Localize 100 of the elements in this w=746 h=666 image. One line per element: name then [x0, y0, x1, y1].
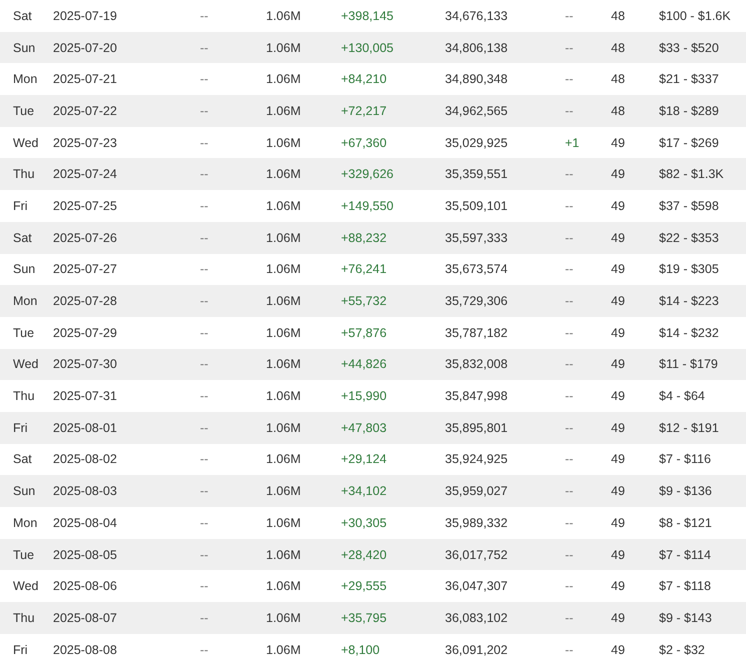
table-cell: 1.06M [266, 326, 301, 340]
table-cell: $12 - $191 [659, 420, 719, 435]
table-cell: -- [200, 8, 208, 23]
table-cell: +34,102 [341, 484, 387, 498]
table-cell: +15,990 [341, 389, 387, 404]
table-cell: +88,232 [341, 230, 387, 245]
table-cell: 2025-08-01 [53, 420, 117, 435]
table-cell: 2025-08-04 [53, 516, 117, 530]
table-cell: -- [565, 579, 574, 594]
table-cell: 35,729,306 [445, 294, 508, 308]
table-cell: +29,555 [341, 579, 387, 594]
table-cell: $7 - $118 [659, 579, 711, 594]
table-cell: +76,241 [341, 262, 387, 276]
table-cell: -- [200, 262, 208, 276]
table-cell: $7 - $114 [659, 548, 711, 562]
table-cell: -- [565, 326, 574, 340]
table-cell: -- [565, 389, 574, 404]
table-cell: +29,124 [341, 452, 387, 466]
table-cell: Thu [13, 389, 35, 404]
table-cell: -- [200, 167, 208, 182]
table-cell: +130,005 [341, 40, 394, 55]
table-cell: +84,210 [341, 72, 387, 86]
table-cell: $11 - $179 [659, 357, 718, 372]
table-cell: 2025-08-05 [53, 548, 117, 562]
table-cell: 2025-07-19 [53, 8, 117, 23]
table-cell: Wed [13, 579, 38, 594]
table-cell: 1.06M [266, 516, 301, 530]
table-cell: +55,732 [341, 294, 387, 308]
table-cell: -- [200, 104, 208, 118]
table-cell: 1.06M [266, 389, 301, 404]
table-cell: -- [200, 230, 208, 245]
table-cell: 35,924,925 [445, 452, 508, 466]
table-cell: $2 - $32 [659, 642, 705, 657]
table-cell: -- [565, 420, 574, 435]
table-cell: -- [200, 136, 208, 150]
table-cell: +149,550 [341, 198, 394, 213]
table-cell: 2025-08-08 [53, 642, 117, 657]
table-cell: +28,420 [341, 548, 387, 562]
table-cell: Fri [13, 642, 28, 657]
table-cell: -- [200, 389, 208, 404]
table-cell: -- [565, 548, 574, 562]
table-cell: 49 [611, 136, 625, 150]
table-cell: 2025-07-20 [53, 40, 117, 55]
table-cell: 49 [611, 357, 625, 372]
table-cell: 49 [611, 484, 625, 498]
table-cell: +67,360 [341, 136, 387, 150]
table-cell: 1.06M [266, 579, 301, 594]
table-cell: $14 - $232 [659, 326, 719, 340]
table-cell: 1.06M [266, 230, 301, 245]
table-cell: 48 [611, 72, 625, 86]
table-cell: 35,673,574 [445, 262, 508, 276]
table-cell: 49 [611, 230, 625, 245]
table-cell: Fri [13, 420, 28, 435]
table-cell: 1.06M [266, 104, 301, 118]
table-cell: $14 - $223 [659, 294, 719, 308]
table-cell: -- [565, 262, 574, 276]
table-cell: -- [565, 8, 574, 23]
table-cell: Sun [13, 484, 36, 498]
table-cell: Wed [13, 136, 38, 150]
table-cell: $7 - $116 [659, 452, 711, 466]
table-cell: 36,091,202 [445, 642, 508, 657]
table-cell: -- [200, 357, 208, 372]
table-cell: -- [200, 548, 208, 562]
table-cell: 49 [611, 420, 625, 435]
table-cell: -- [200, 326, 208, 340]
table-cell: +398,145 [341, 8, 394, 23]
table-cell: Wed [13, 357, 38, 372]
table-cell: 2025-07-22 [53, 104, 117, 118]
table-cell: 2025-07-21 [53, 72, 117, 86]
table-cell: 49 [611, 642, 625, 657]
table-cell: +44,826 [341, 357, 387, 372]
table-cell: 1.06M [266, 198, 301, 213]
table-cell: Thu [13, 610, 35, 625]
table-cell: -- [200, 198, 208, 213]
table-cell: 49 [611, 579, 625, 594]
table-cell: 34,890,348 [445, 72, 508, 86]
table-cell: Sat [13, 8, 32, 23]
table-cell: +72,217 [341, 104, 387, 118]
table-cell: Tue [13, 104, 34, 118]
table-cell: 49 [611, 548, 625, 562]
table-cell: +35,795 [341, 610, 387, 625]
table-cell: 49 [611, 516, 625, 530]
table-cell: -- [565, 642, 574, 657]
table-cell: 35,989,332 [445, 516, 508, 530]
table-cell: 2025-07-24 [53, 167, 117, 182]
table-cell: 35,895,801 [445, 420, 508, 435]
table-cell: 1.06M [266, 40, 301, 55]
table-cell: -- [200, 579, 208, 594]
table-cell: 1.06M [266, 420, 301, 435]
table-cell: 49 [611, 262, 625, 276]
table-cell: Sun [13, 262, 36, 276]
table-cell: 35,597,333 [445, 230, 508, 245]
table-cell: $9 - $143 [659, 610, 712, 625]
table-cell: 2025-07-26 [53, 230, 117, 245]
table-cell: 49 [611, 610, 625, 625]
table-cell: 1.06M [266, 262, 301, 276]
table-cell: 2025-07-27 [53, 262, 117, 276]
table-cell: -- [565, 104, 574, 118]
table-cell: 48 [611, 40, 625, 55]
table-cell: +47,803 [341, 420, 387, 435]
